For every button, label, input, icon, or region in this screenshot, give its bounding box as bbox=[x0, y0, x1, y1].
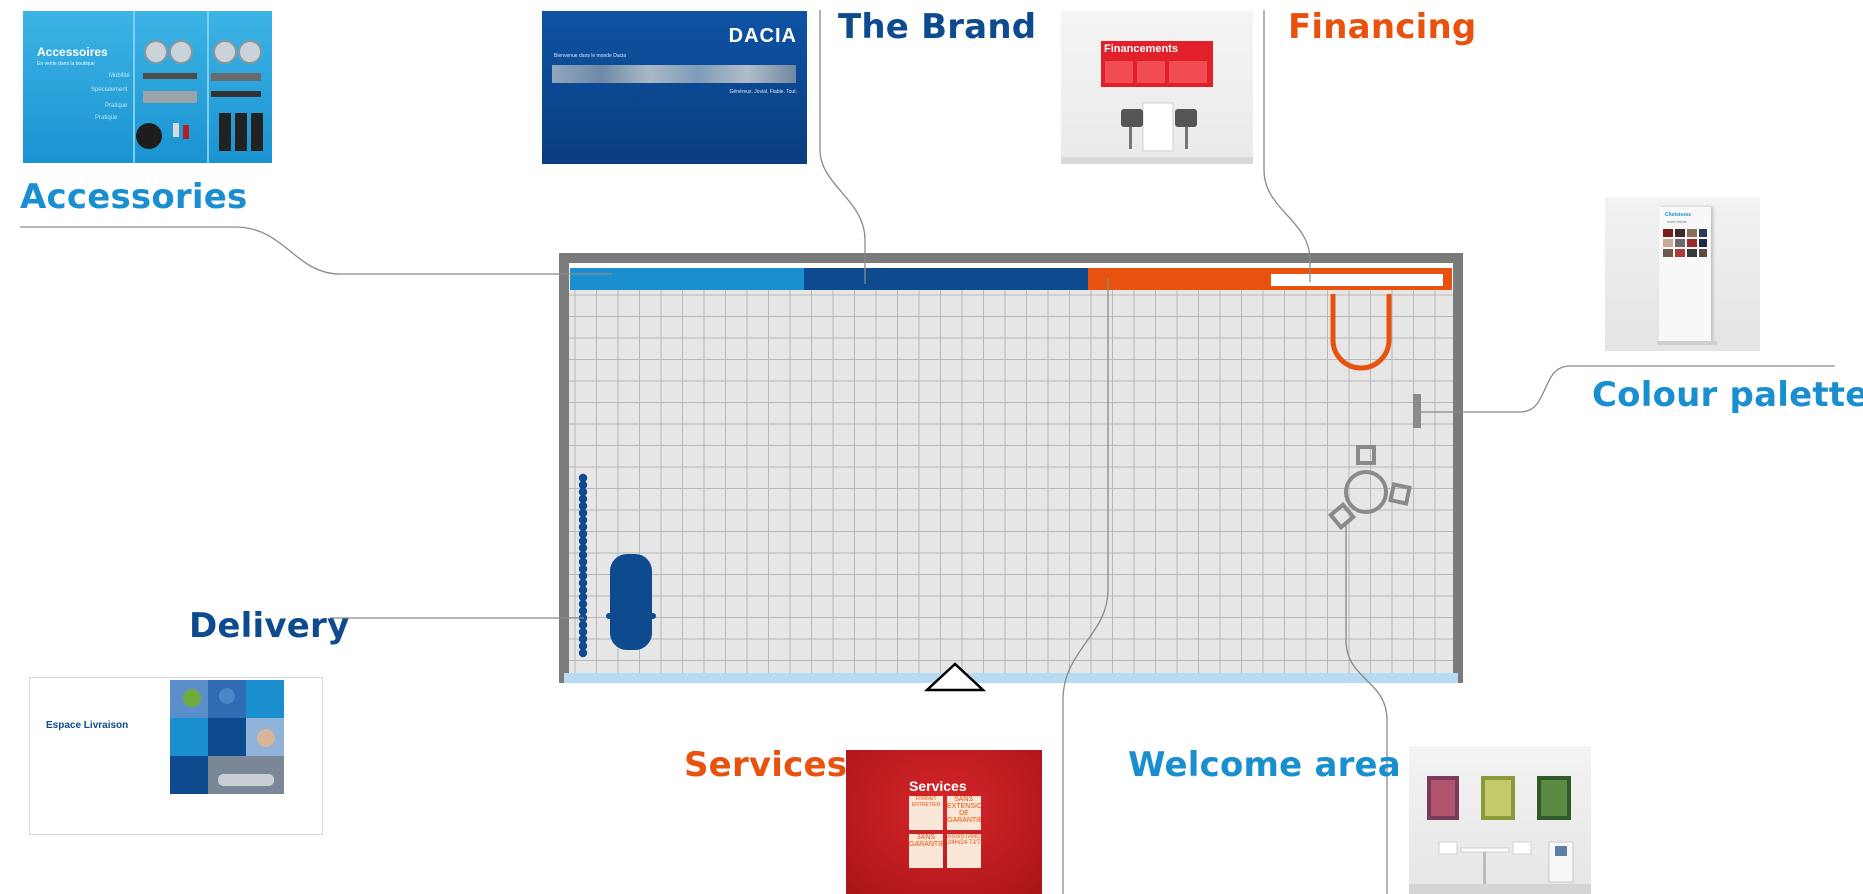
services-card-2: 5ANS EXTENSION DE GARANTIE bbox=[947, 796, 981, 830]
label-colour-palette: Colour palette bbox=[1592, 375, 1863, 415]
financing-desk bbox=[1271, 274, 1443, 286]
delivery-photo-mosaic bbox=[170, 680, 284, 794]
welcome-photo-scene bbox=[1409, 776, 1591, 894]
label-delivery: Delivery bbox=[189, 606, 350, 646]
colour-palette-photo: Choisissez votre teinte bbox=[1605, 197, 1760, 351]
services-card-4: ASSISTANCE 24H/24 7J/7 bbox=[947, 834, 981, 868]
financing-photo-furniture bbox=[1061, 61, 1253, 164]
leader-brand bbox=[819, 10, 866, 284]
accessories-photo: Accessoires En vente dans la boutique Mo… bbox=[23, 11, 272, 163]
label-services: Services bbox=[684, 745, 848, 785]
floor-surface bbox=[569, 290, 1453, 673]
delivery-barrier-post bbox=[578, 648, 588, 658]
colour-palette-totem bbox=[1413, 394, 1421, 428]
delivery-photo: Espace Livraison bbox=[29, 677, 323, 835]
label-accessories: Accessories bbox=[20, 177, 248, 217]
leader-accessories bbox=[20, 226, 612, 275]
label-financing: Financing bbox=[1288, 7, 1477, 47]
brand-wall bbox=[804, 268, 1088, 290]
accessories-photo-products bbox=[133, 11, 263, 163]
brand-photo-line-1: Bienvenue dans le monde Dacia bbox=[554, 53, 626, 59]
financing-photo: Financements bbox=[1061, 11, 1253, 164]
welcome-photo bbox=[1409, 746, 1591, 894]
leader-financing bbox=[1263, 10, 1311, 282]
delivery-car-mirrors bbox=[606, 613, 656, 619]
services-card-3: 3ANS GARANTIE bbox=[909, 834, 943, 868]
brand-photo-line-2: Généreux. Jovial. Fiable. Tout. bbox=[729, 89, 797, 95]
services-photo-title: Services bbox=[909, 778, 967, 794]
label-brand: The Brand bbox=[838, 7, 1037, 47]
delivery-car bbox=[610, 554, 652, 650]
accessories-wall bbox=[570, 268, 804, 290]
brand-photo: DACIA Bienvenue dans le monde Dacia Géné… bbox=[542, 11, 807, 164]
brand-photo-strip bbox=[552, 65, 796, 83]
entrance-strip bbox=[564, 673, 1458, 683]
brand-photo-logo: DACIA bbox=[728, 25, 797, 47]
services-card-1: FORFAIT ENTRETIEN bbox=[909, 796, 943, 830]
services-photo: Services FORFAIT ENTRETIEN 5ANS EXTENSIO… bbox=[846, 750, 1042, 894]
colour-swatches bbox=[1657, 229, 1717, 345]
floor-grid bbox=[569, 290, 1453, 673]
label-welcome: Welcome area bbox=[1128, 745, 1401, 785]
